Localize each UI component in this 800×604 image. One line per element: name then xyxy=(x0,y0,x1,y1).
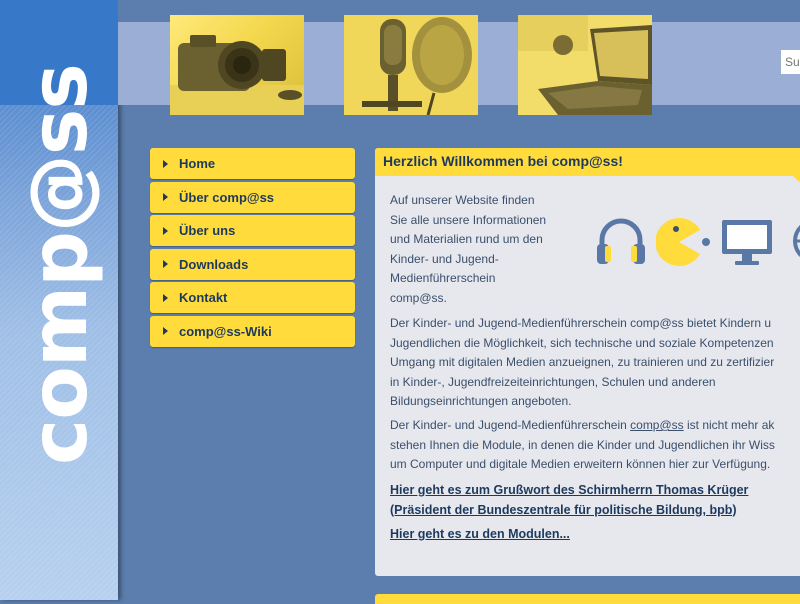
arrow-right-icon xyxy=(163,226,168,235)
headphones-icon xyxy=(597,218,645,264)
intro-line: und Materialien rund um den xyxy=(390,232,543,246)
camera-photo xyxy=(170,15,304,115)
nav-item-wiki[interactable]: comp@ss-Wiki xyxy=(150,315,355,347)
nav-item-home[interactable]: Home xyxy=(150,148,355,179)
globe-icon xyxy=(793,224,800,258)
intro-line: Kinder- und Jugend- xyxy=(390,251,499,266)
modules-link[interactable]: Hier geht es zu den Modulen... xyxy=(390,525,570,545)
compass-inline-link[interactable]: comp@ss xyxy=(630,418,684,432)
grusswort-link[interactable]: Hier geht es zum Grußwort des Schirmherr… xyxy=(390,481,748,520)
microphone-photo xyxy=(344,15,478,115)
main-navigation: Home Über comp@ss Über uns Downloads Kon… xyxy=(150,148,355,350)
intro-line: comp@ss. xyxy=(390,290,447,305)
arrow-right-icon xyxy=(163,159,168,168)
paragraph-line: Bildungseinrichtungen angeboten. xyxy=(390,394,572,408)
paragraph-line: Der Kinder- und Jugend-Medienführerschei… xyxy=(390,316,772,330)
paragraph-line: stehen Ihnen die Module, in denen die Ki… xyxy=(390,437,775,452)
arrow-right-icon xyxy=(163,193,168,202)
site-logo[interactable]: comp@ss xyxy=(15,64,105,465)
nav-item-kontakt[interactable]: Kontakt xyxy=(150,282,355,314)
nav-item-label: Über comp@ss xyxy=(179,189,275,205)
nav-item-downloads[interactable]: Downloads xyxy=(150,248,355,280)
modules-paragraph: Der Kinder- und Jugend-Medienführerschei… xyxy=(390,416,800,475)
nav-item-ueber-uns[interactable]: Über uns xyxy=(150,215,355,247)
brand-sidebar: comp@ss xyxy=(0,0,118,600)
next-panel-title-bar xyxy=(375,594,800,604)
nav-item-ueber-compass[interactable]: Über comp@ss xyxy=(150,181,355,213)
paragraph-line: Der Kinder- und Jugend-Medienführerschei… xyxy=(390,416,800,436)
paragraph-line: Jugendlichen die Möglichkeit, sich techn… xyxy=(390,335,774,350)
intro-line: Auf unserer Website finden xyxy=(390,193,535,207)
nav-item-label: Über uns xyxy=(179,223,236,239)
link-line[interactable]: (Präsident der Bundeszentrale für politi… xyxy=(390,501,748,521)
title-notch xyxy=(793,176,800,182)
intro-text: Auf unserer Website finden Sie alle unse… xyxy=(390,191,565,308)
pacman-icon xyxy=(656,218,710,266)
search-input[interactable] xyxy=(781,50,800,74)
paragraph-line: um Computer und digitale Medien erweiter… xyxy=(390,457,771,471)
intro-paragraph: Der Kinder- und Jugend-Medienführerschei… xyxy=(390,314,800,412)
arrow-right-icon xyxy=(163,293,168,302)
welcome-panel: Herzlich Willkommen bei comp@ss! Auf uns… xyxy=(375,148,800,576)
page-title: Herzlich Willkommen bei comp@ss! xyxy=(383,153,623,169)
paragraph-text: Der Kinder- und Jugend-Medienführerschei… xyxy=(390,418,631,432)
link-line[interactable]: Hier geht es zum Grußwort des Schirmherr… xyxy=(390,481,748,501)
arrow-right-icon xyxy=(163,260,168,269)
nav-item-label: Home xyxy=(179,156,216,171)
nav-item-label: comp@ss-Wiki xyxy=(179,323,272,339)
paragraph-line: Umgang mit digitalen Medien anzueignen, … xyxy=(390,355,775,369)
paragraph-text: ist nicht mehr ak xyxy=(683,418,775,432)
monitor-icon xyxy=(722,220,772,265)
nav-item-label: Downloads xyxy=(179,256,249,272)
laptop-photo xyxy=(518,15,652,115)
arrow-right-icon xyxy=(163,327,168,336)
nav-item-label: Kontakt xyxy=(179,290,228,306)
intro-line: Sie alle unsere Informationen xyxy=(390,212,547,227)
panel-title-bar: Herzlich Willkommen bei comp@ss! xyxy=(375,148,800,176)
paragraph-line: in Kinder-, Jugendfreizeiteinrichtungen,… xyxy=(390,374,716,389)
intro-line: Medienführerschein xyxy=(390,271,496,285)
